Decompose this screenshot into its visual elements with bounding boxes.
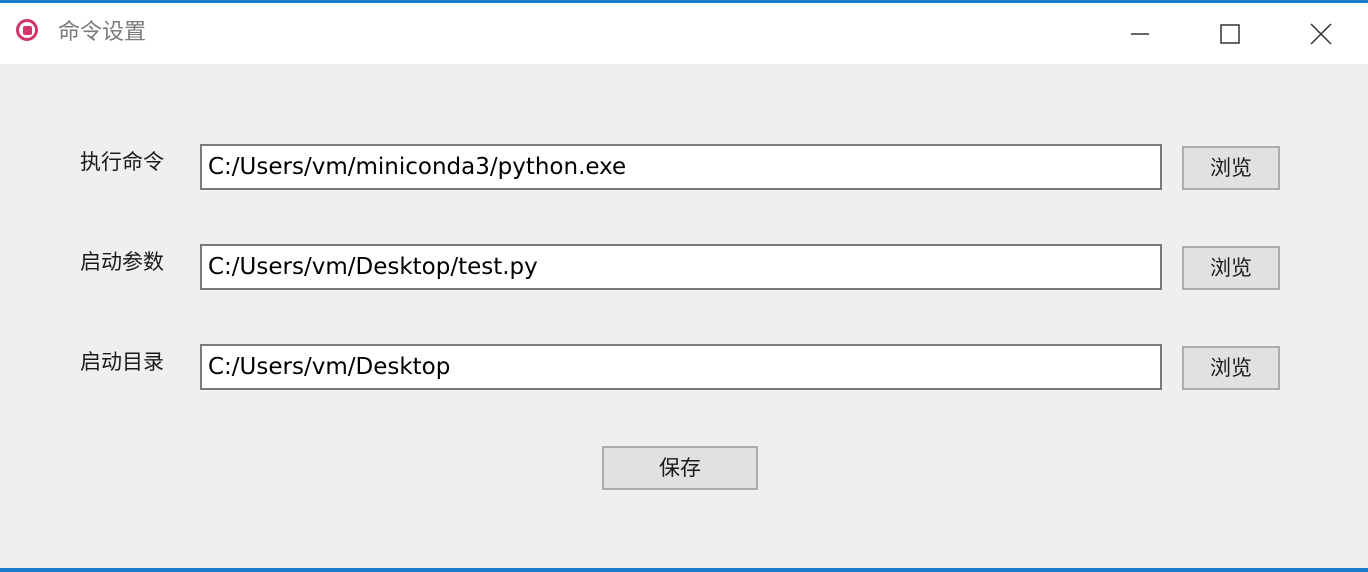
launch-args-label: 启动参数 (80, 250, 164, 274)
exec-command-browse-button[interactable]: 浏览 (1182, 146, 1280, 190)
save-button[interactable]: 保存 (602, 446, 758, 490)
launch-args-browse-button[interactable]: 浏览 (1182, 246, 1280, 290)
maximize-button[interactable] (1185, 3, 1275, 64)
command-settings-window: 命令设置 执行命令 C:/Users/vm/miniconda3/python.… (0, 0, 1368, 572)
close-button[interactable] (1276, 3, 1366, 64)
minimize-button[interactable] (1095, 3, 1185, 64)
title-bar[interactable]: 命令设置 (0, 3, 1368, 64)
exec-command-input[interactable]: C:/Users/vm/miniconda3/python.exe (200, 144, 1162, 190)
minimize-icon (1131, 32, 1149, 35)
launch-args-input[interactable]: C:/Users/vm/Desktop/test.py (200, 244, 1162, 290)
record-stop-icon (16, 19, 38, 41)
window-title: 命令设置 (58, 20, 147, 45)
working-dir-input[interactable]: C:/Users/vm/Desktop (200, 344, 1162, 390)
working-dir-browse-button[interactable]: 浏览 (1182, 346, 1280, 390)
maximize-icon (1220, 23, 1240, 44)
working-dir-label: 启动目录 (80, 350, 164, 374)
close-icon (1310, 22, 1332, 45)
exec-command-label: 执行命令 (80, 150, 164, 174)
window-bottom-border (0, 568, 1368, 572)
